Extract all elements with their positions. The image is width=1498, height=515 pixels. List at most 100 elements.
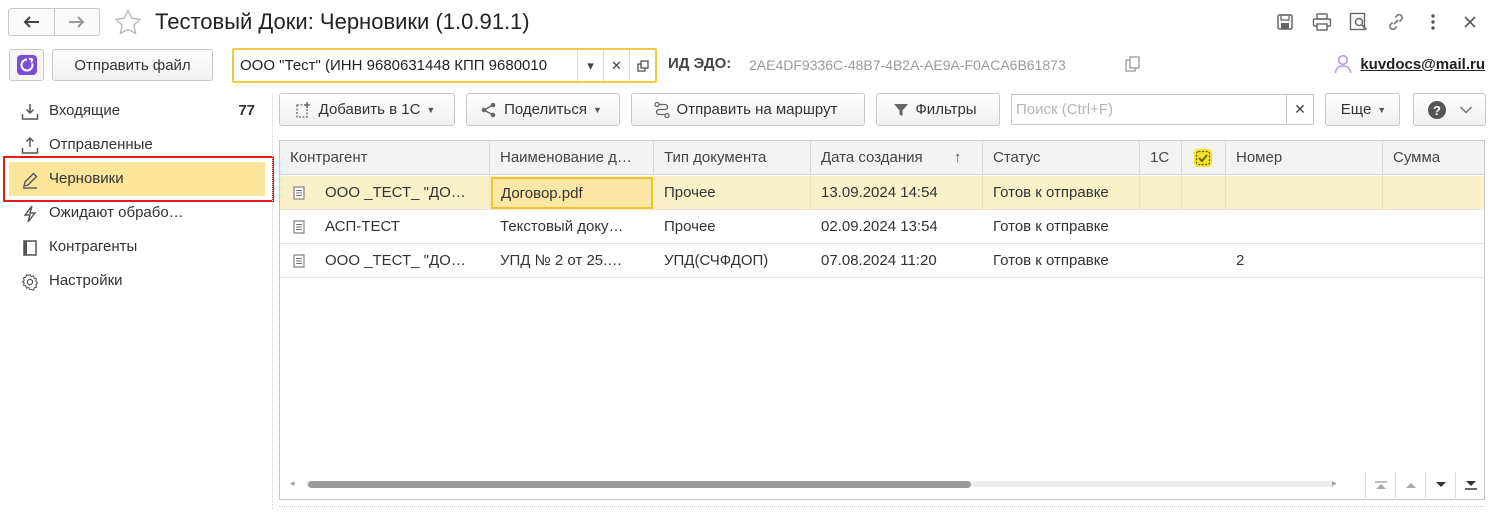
column-header-doc-type[interactable]: Тип документа (654, 141, 811, 175)
column-header-created-label: Дата создания (821, 149, 923, 166)
add-to-1c-button[interactable]: Добавить в 1С ▼ (279, 93, 455, 126)
filters-button[interactable]: Фильтры (876, 93, 1000, 126)
sidebar-item-settings[interactable]: Настройки (0, 264, 272, 298)
sidebar-item-counterparties[interactable]: Контрагенты (0, 230, 272, 264)
triangle-down-icon (1435, 482, 1446, 487)
more-vertical-icon[interactable] (1414, 9, 1451, 35)
add-document-icon (295, 101, 310, 118)
user-icon (1335, 54, 1352, 74)
caret-down-icon: ▼ (426, 104, 436, 115)
cell-counterparty: АСП-ТЕСТ (325, 218, 400, 235)
column-header-created[interactable]: Дата создания ↑ (811, 141, 983, 175)
cell-doc-type: УПД(СЧФДОП) (664, 252, 769, 269)
caret-down-icon: ▼ (592, 104, 602, 115)
share-button[interactable]: Поделиться ▼ (466, 93, 620, 126)
scroll-down-button[interactable] (1425, 472, 1455, 498)
table-row[interactable]: ООО _ТЕСТ_ "ДО… УПД № 2 от 25.… УПД(СЧФД… (280, 244, 1484, 278)
arrow-left-icon (23, 16, 40, 28)
cell-counterparty: ООО _ТЕСТ_ "ДО… (315, 176, 490, 210)
cell-name[interactable]: Договор.pdf (491, 177, 653, 209)
app-menu-button[interactable] (9, 49, 44, 81)
cell-doc-type: Прочее (654, 176, 811, 210)
sidebar-divider (272, 94, 273, 509)
search-input[interactable] (1012, 95, 1286, 124)
cell-name: УПД № 2 от 25.… (500, 252, 623, 269)
clear-icon[interactable]: ✕ (603, 50, 629, 81)
open-form-icon[interactable] (629, 50, 655, 81)
window-actions (1266, 9, 1488, 35)
save-icon[interactable] (1266, 9, 1303, 35)
table-row[interactable]: ООО _ТЕСТ_ "ДО… Договор.pdf Прочее 13.09… (280, 176, 1484, 210)
column-header-sum[interactable]: Сумма (1383, 141, 1484, 175)
inbox-download-icon (21, 104, 39, 120)
navigation-buttons (8, 8, 100, 36)
cell-status: Готов к отправке (983, 176, 1140, 210)
edo-id-value: 2AE4DF9336C-48B7-4B2A-AE9A-F0ACA6B61873 (749, 57, 1066, 73)
table-header: Контрагент Наименование д… Тип документа… (280, 141, 1484, 175)
send-file-button[interactable]: Отправить файл (52, 49, 213, 81)
favorite-star-icon[interactable] (114, 8, 142, 40)
scroll-to-top-button[interactable] (1365, 472, 1395, 498)
cell-signed (1182, 176, 1226, 210)
preview-search-icon[interactable] (1340, 9, 1377, 35)
share-icon (481, 102, 496, 117)
user-email[interactable]: kuvdocs@mail.ru (1360, 56, 1485, 73)
cell-1c (1140, 176, 1182, 210)
cell-created: 02.09.2024 13:54 (821, 218, 938, 235)
column-header-name[interactable]: Наименование д… (490, 141, 654, 175)
filters-label: Фильтры (915, 101, 977, 118)
book-icon (23, 240, 37, 256)
cell-number (1226, 176, 1383, 210)
arrow-right-icon (68, 16, 85, 28)
more-button[interactable]: Еще ▼ (1325, 93, 1400, 126)
gear-icon (21, 273, 39, 291)
send-route-label: Отправить на маршрут (676, 101, 838, 118)
window-title: Тестовый Доки: Черновики (1.0.91.1) (155, 9, 530, 34)
column-header-1c[interactable]: 1С (1140, 141, 1182, 175)
cell-created: 13.09.2024 14:54 (811, 176, 983, 210)
send-route-button[interactable]: Отправить на маршрут (631, 93, 865, 126)
forward-button[interactable] (53, 9, 100, 35)
link-icon[interactable] (1377, 9, 1414, 35)
route-icon (653, 101, 670, 118)
scroll-thumb[interactable] (308, 481, 971, 488)
organization-select[interactable]: ООО "Тест" (ИНН 9680631448 КПП 9680010 ▾… (232, 48, 657, 83)
app-logo-icon (16, 55, 37, 75)
print-icon[interactable] (1303, 9, 1340, 35)
scroll-up-button[interactable] (1395, 472, 1425, 498)
caret-down-icon: ▼ (1377, 104, 1387, 115)
cell-doc-type: Прочее (664, 218, 716, 235)
sidebar-item-label: Контрагенты (49, 238, 138, 255)
sidebar-item-incoming[interactable]: Входящие 77 (0, 94, 272, 128)
user-account[interactable]: kuvdocs@mail.ru (1334, 54, 1485, 74)
search-clear-icon[interactable]: ✕ (1286, 95, 1313, 124)
signed-check-icon (1194, 149, 1212, 168)
triangle-up-icon (1405, 483, 1416, 488)
cell-name: Текстовый доку… (500, 218, 624, 235)
copy-icon[interactable] (1125, 56, 1141, 77)
back-button[interactable] (9, 9, 54, 35)
column-header-status[interactable]: Статус (983, 141, 1140, 175)
cell-status: Готов к отправке (993, 252, 1109, 269)
dropdown-arrow-icon[interactable]: ▾ (577, 50, 603, 81)
help-question-icon: ? (1427, 100, 1446, 119)
svg-text:?: ? (1433, 103, 1441, 118)
cell-status: Готов к отправке (993, 218, 1109, 235)
column-header-counterparty[interactable]: Контрагент (280, 141, 490, 175)
scroll-right-icon[interactable]: ▸ (1332, 478, 1337, 489)
column-header-signed[interactable] (1182, 141, 1226, 175)
help-button[interactable]: ? (1413, 93, 1486, 126)
cell-counterparty: ООО _ТЕСТ_ "ДО… (325, 252, 466, 269)
sidebar-item-label: Входящие (49, 102, 121, 119)
column-header-number[interactable]: Номер (1226, 141, 1383, 175)
sidebar-item-label: Ожидают обрабо… (49, 204, 184, 221)
scroll-left-icon[interactable]: ◂ (290, 478, 295, 489)
scroll-to-bottom-button[interactable] (1455, 472, 1484, 498)
document-icon (293, 186, 305, 200)
close-icon[interactable] (1451, 9, 1488, 35)
filter-funnel-icon (894, 103, 909, 116)
horizontal-scrollbar[interactable]: ◂ ▸ (280, 469, 1484, 499)
chevron-down-icon (1459, 105, 1472, 114)
table-row[interactable]: АСП-ТЕСТ Текстовый доку… Прочее 02.09.20… (280, 210, 1484, 244)
more-label: Еще (1340, 101, 1372, 118)
